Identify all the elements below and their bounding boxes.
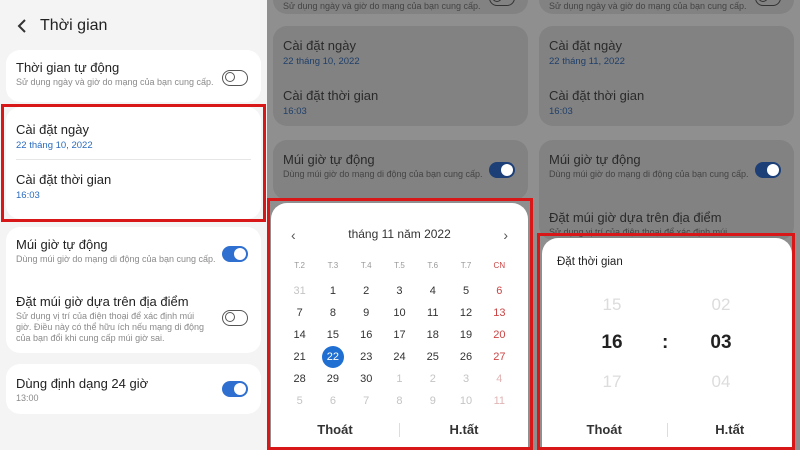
setting-value: 13:00 [16,393,39,403]
screenshot-root: Thời gian Thời gian tự động Sử dụng ngày… [0,0,800,450]
setting-subtitle: Dùng múi giờ do mạng di động của bạn cun… [16,254,216,264]
setting-title: Thời gian tự động [16,60,120,75]
highlight-box [537,233,795,450]
setting-title: Cài đặt ngày [283,38,356,53]
card-timezone: Múi giờ tự động Dùng múi giờ do mạng di … [273,140,528,200]
setting-set-time[interactable]: Cài đặt thời gian 16:03 [549,88,644,117]
format-24h-toggle[interactable] [222,381,248,397]
setting-title: Múi giờ tự động [549,152,641,167]
setting-title: Múi giờ tự động [16,237,108,252]
setting-subtitle: Dùng múi giờ do mạng di động của bạn cun… [549,169,749,179]
card-24h: Dùng định dạng 24 giờ 13:00 [6,364,261,414]
setting-title: Cài đặt thời gian [549,88,645,103]
page-title: Thời gian [40,17,108,34]
auto-time-toggle[interactable] [489,0,515,6]
setting-subtitle: Sử dụng ngày và giờ do mạng của bạn cung… [549,1,747,11]
setting-subtitle: giờ. Điều này có thể hữu ích nếu mạng di… [16,322,205,332]
card-auto-time: Thời gian tự động Sử dụng ngày và giờ do… [6,50,261,102]
auto-timezone-toggle[interactable] [489,162,515,178]
card-auto-time: Sử dụng ngày và giờ do mạng của bạn cung… [273,0,528,14]
setting-auto-timezone[interactable]: Múi giờ tự động Dùng múi giờ do mạng di … [16,237,216,265]
setting-subtitle: Sử dụng ngày và giờ do mạng của bạn cung… [283,1,481,11]
card-timezone: Múi giờ tự động Dùng múi giờ do mạng di … [539,140,794,240]
setting-title: Cài đặt ngày [549,38,622,53]
setting-set-date[interactable]: Cài đặt ngày 22 tháng 10, 2022 [283,38,360,67]
setting-title: Cài đặt thời gian [283,88,379,103]
setting-auto-time[interactable]: Thời gian tự động Sử dụng ngày và giờ do… [16,60,216,88]
setting-subtitle: Sử dụng ngày và giờ do mạng của bạn cung… [16,77,214,87]
setting-value: 16:03 [283,106,307,117]
auto-timezone-toggle[interactable] [755,162,781,178]
setting-value: 22 tháng 10, 2022 [283,56,360,67]
setting-subtitle: Sử dụng vị trí của điện thoại để xác địn… [16,311,195,321]
card-auto-time: Sử dụng ngày và giờ do mạng của bạn cung… [539,0,794,14]
setting-title: Múi giờ tự động [283,152,375,167]
page-header: Thời gian [16,17,107,35]
card-date-time: Cài đặt ngày 22 tháng 11, 2022 Cài đặt t… [539,26,794,126]
setting-title: Đặt múi giờ dựa trên địa điểm [16,294,189,309]
highlight-box [267,198,533,450]
setting-24h-format[interactable]: Dùng định dạng 24 giờ 13:00 [16,376,148,404]
settings-panel-time: Thời gian Thời gian tự động Sử dụng ngày… [0,0,267,450]
setting-set-time[interactable]: Cài đặt thời gian 16:03 [283,88,378,117]
auto-time-toggle[interactable] [755,0,781,6]
setting-title: Dùng định dạng 24 giờ [16,376,149,391]
auto-timezone-toggle[interactable] [222,246,248,262]
setting-auto-timezone[interactable]: Múi giờ tự động Dùng múi giờ do mạng di … [283,152,483,180]
setting-subtitle: Dùng múi giờ do mạng di động của bạn cun… [283,169,483,179]
setting-value: 22 tháng 11, 2022 [549,56,625,67]
auto-time-toggle[interactable] [222,70,248,86]
back-arrow-icon[interactable] [16,18,28,34]
highlight-box [1,104,266,222]
timezone-location-toggle[interactable] [222,310,248,326]
setting-title: Đặt múi giờ dựa trên địa điểm [549,210,722,225]
card-timezone: Múi giờ tự động Dùng múi giờ do mạng di … [6,227,261,353]
card-date-time: Cài đặt ngày 22 tháng 10, 2022 Cài đặt t… [273,26,528,126]
setting-auto-timezone[interactable]: Múi giờ tự động Dùng múi giờ do mạng di … [549,152,749,180]
setting-subtitle: của bạn đổi khi cung cấp múi giờ sai. [16,333,165,343]
setting-timezone-location[interactable]: Đặt múi giờ dựa trên địa điểm Sử dụng vị… [16,294,204,344]
setting-set-date[interactable]: Cài đặt ngày 22 tháng 11, 2022 [549,38,625,67]
setting-value: 16:03 [549,106,573,117]
